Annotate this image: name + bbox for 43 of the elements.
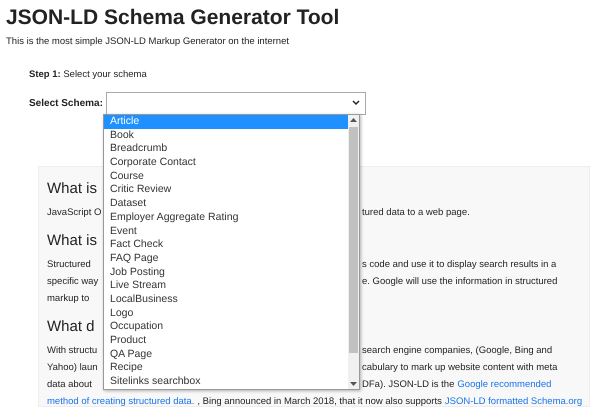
dropdown-option[interactable]: FAQ Page (104, 252, 348, 266)
body-text: JavaScript O (47, 206, 102, 218)
step-label: Step 1: Select your schema (29, 68, 148, 82)
body-text: , Bing announced in March 2018, that it now also supports (197, 394, 442, 406)
dropdown-option[interactable]: Employer Aggregate Rating (104, 210, 348, 224)
dropdown-option[interactable]: QA Page (104, 348, 348, 362)
dropdown-option[interactable]: Fact Check (104, 238, 348, 252)
section-heading: What d (47, 316, 96, 336)
body-text: specific way (47, 276, 98, 286)
link[interactable]: Google recommended (457, 376, 552, 392)
section-heading: What is (47, 178, 97, 198)
dropdown-option[interactable]: Occupation (104, 320, 348, 334)
body-text: Structured (47, 258, 91, 270)
body-text: cabulary to mark up website content with meta (362, 360, 558, 374)
body-text: With structu (47, 344, 98, 356)
dropdown-option[interactable]: Course (104, 170, 348, 184)
dropdown-option[interactable]: Product (104, 334, 348, 348)
dropdown-option[interactable]: LocalBusiness (104, 292, 348, 307)
dropdown-option[interactable]: Corporate Contact (104, 156, 348, 170)
body-text: search engine companies, (Google, Bing and (362, 344, 552, 358)
section-heading: What is (47, 230, 97, 250)
body-text: DFa). JSON-LD is the (362, 378, 454, 392)
body-text: Yahoo) laun (47, 362, 98, 372)
dropdown-option[interactable]: Critic Review (104, 183, 348, 198)
dropdown-option[interactable]: Dataset (104, 197, 348, 211)
body-text: e. Google will use the information in structured (362, 274, 558, 288)
link[interactable]: JSON-LD formatted Schema.org (444, 392, 582, 406)
dropdown-option[interactable]: Breadcrumb (104, 142, 348, 156)
body-text: markup to (47, 292, 90, 304)
dropdown-option[interactable]: Logo (104, 306, 348, 320)
page-title: JSON-LD Schema Generator Tool (6, 5, 340, 31)
dropdown-option[interactable]: Book (104, 128, 348, 142)
body-text: s code and use it to display search results in a (362, 258, 556, 272)
dropdown-option[interactable]: Recipe (104, 361, 348, 376)
page-subtitle: This is the most simple JSON-LD Markup Generator on the internet (6, 35, 290, 49)
select-label: Select Schema: (29, 96, 103, 110)
dropdown-option[interactable]: Job Posting (104, 266, 348, 280)
dropdown-option[interactable]: Sitelinks searchbox (104, 375, 348, 389)
dropdown-option[interactable]: Event (104, 224, 348, 238)
body-text: data about (47, 378, 92, 390)
link[interactable]: method of creating structured data. (47, 392, 194, 406)
body-text: tured data to a web page. (362, 206, 470, 220)
dropdown-option[interactable]: Live Stream (104, 279, 348, 293)
